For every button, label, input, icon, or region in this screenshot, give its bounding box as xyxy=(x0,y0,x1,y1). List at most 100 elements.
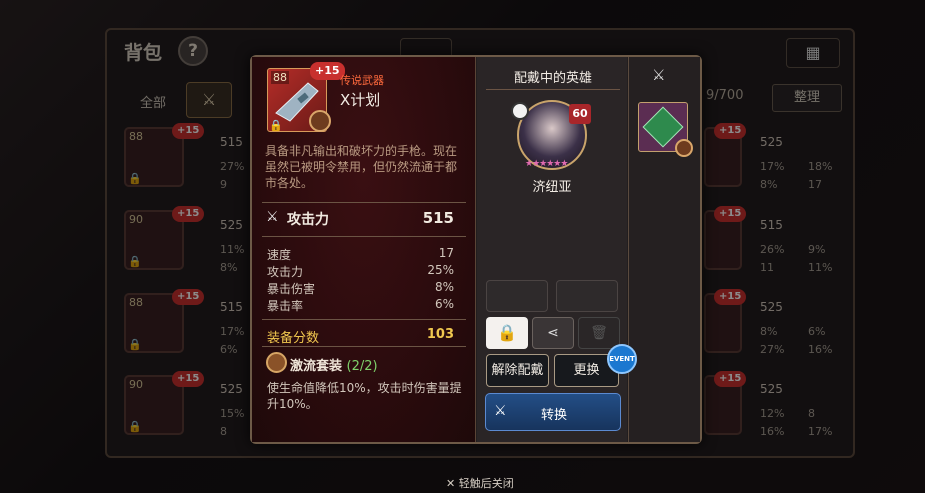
item-sub-stat: 11 xyxy=(760,261,774,274)
tap-to-close-hint[interactable]: ✕ 轻触后关闭 xyxy=(446,475,514,491)
inventory-icon: ▦ xyxy=(805,43,821,62)
item-level: 88 xyxy=(129,130,143,143)
sub-stat-label: 暴击伤害 xyxy=(267,282,316,296)
inventory-item-slot[interactable]: +15 xyxy=(704,289,747,353)
swap-weapon-icon: ⚔ xyxy=(652,66,666,84)
item-level: 90 xyxy=(129,213,143,226)
inventory-item-slot[interactable]: 90 +15 🔒 xyxy=(124,371,205,435)
divider xyxy=(262,346,466,347)
hero-level: 60 xyxy=(569,104,591,124)
inventory-item-slot[interactable]: +15 xyxy=(704,206,747,270)
item-sub-stat: 8% xyxy=(760,325,778,338)
item-sub-stat: 11% xyxy=(220,243,245,256)
item-enhance-badge: +15 xyxy=(714,123,747,139)
hero-stars: ★★★★★★ xyxy=(525,159,568,169)
lock-icon: 🔒 xyxy=(269,119,283,132)
inventory-shortcut-button[interactable] xyxy=(486,280,548,312)
divider xyxy=(262,202,466,203)
item-sub-stat: 18% xyxy=(808,160,833,173)
item-main-stat: 525 xyxy=(220,218,243,232)
item-sub-stat: 9 xyxy=(220,178,227,191)
share-button[interactable]: ⋖ xyxy=(532,317,574,349)
lock-icon: 🔒 xyxy=(128,172,142,185)
item-sub-stat: 8 xyxy=(808,407,815,420)
divider xyxy=(262,319,466,320)
set-effect-description: 使生命值降低10%，攻击时伤害量提升10%。 xyxy=(267,381,462,411)
close-hint-label: 轻触后关闭 xyxy=(458,477,514,490)
item-sub-stat: 6% xyxy=(808,325,826,338)
item-main-stat: 525 xyxy=(760,382,783,396)
lock-icon: 🔒 xyxy=(497,323,517,342)
item-sub-stat: 17 xyxy=(808,178,822,191)
item-enhance-badge: +15 xyxy=(172,371,205,387)
item-main-stat: 515 xyxy=(760,218,783,232)
inventory-item-slot[interactable]: 90 +15 🔒 xyxy=(124,206,205,270)
item-sub-stat: 9% xyxy=(808,243,826,256)
item-main-stat: 525 xyxy=(760,135,783,149)
sub-stat-label: 速度 xyxy=(267,248,292,262)
sub-stat-value: 6% xyxy=(434,297,454,311)
gear-score-value: 103 xyxy=(426,327,454,342)
lock-icon: 🔒 xyxy=(128,338,142,351)
equipped-item-slot[interactable] xyxy=(638,102,693,157)
item-sub-stat: 16% xyxy=(760,425,785,438)
item-sub-stat: 6% xyxy=(220,343,238,356)
item-enhance-badge: +15 xyxy=(714,206,747,222)
divider xyxy=(262,236,466,237)
set-effect-icon xyxy=(266,352,287,373)
hero-name: 济纽亚 xyxy=(532,180,572,195)
sort-button[interactable]: 整理 xyxy=(772,84,842,112)
inventory-item-slot[interactable]: +15 xyxy=(704,123,747,187)
unequip-button[interactable]: 解除配戴 xyxy=(486,354,549,387)
sub-stat-value: 17 xyxy=(438,246,454,260)
inventory-title: 背包 xyxy=(124,42,163,64)
item-sub-stat: 27% xyxy=(760,343,785,356)
item-name: X计划 xyxy=(340,91,381,109)
item-sub-stat: 11% xyxy=(808,261,833,274)
equipped-hero-title: 配戴中的英雄 xyxy=(513,71,592,86)
item-sub-stat: 8% xyxy=(220,261,238,274)
lock-icon: 🔒 xyxy=(128,255,142,268)
help-button[interactable]: ? xyxy=(178,36,208,66)
item-enhance-badge: +15 xyxy=(714,371,747,387)
filter-all-tab[interactable]: 全部 xyxy=(140,92,166,111)
lock-icon: 🔒 xyxy=(128,420,142,433)
sub-stat-label: 暴击率 xyxy=(267,299,304,313)
item-sub-stat: 17% xyxy=(808,425,833,438)
gear-score-label: 装备分数 xyxy=(267,331,320,346)
item-enhance-badge: +15 xyxy=(172,123,205,139)
divider xyxy=(486,89,620,90)
item-enhance-badge: +15 xyxy=(172,289,205,305)
item-sub-stat: 8% xyxy=(760,178,778,191)
topbar-icon-2[interactable]: ▦ xyxy=(786,38,840,68)
sub-stat-value: 25% xyxy=(427,263,454,277)
set-icon xyxy=(675,139,693,157)
item-main-stat: 515 xyxy=(220,135,243,149)
item-main-stat: 515 xyxy=(220,300,243,314)
inventory-item-slot[interactable]: 88 +15 🔒 xyxy=(124,289,205,353)
item-level: 88 xyxy=(129,296,143,309)
convert-button[interactable]: ⚔ 转换 xyxy=(485,393,621,431)
inventory-item-slot[interactable]: 88 +15 🔒 xyxy=(124,123,205,187)
item-main-stat: 525 xyxy=(760,300,783,314)
sub-stat-label: 攻击力 xyxy=(267,265,304,279)
discard-button[interactable]: 🗑 xyxy=(578,317,620,349)
main-stat-value: 515 xyxy=(422,209,454,227)
item-sub-stat: 12% xyxy=(760,407,785,420)
item-sub-stat: 17% xyxy=(760,160,785,173)
trash-icon: 🗑 xyxy=(590,325,608,341)
item-sub-stat: 16% xyxy=(808,343,833,356)
item-sub-stat: 15% xyxy=(220,407,245,420)
inventory-item-slot[interactable]: +15 xyxy=(704,371,747,435)
item-sub-stat: 8 xyxy=(220,425,227,438)
set-count: (2/2) xyxy=(346,359,378,374)
lock-button[interactable]: 🔒 xyxy=(486,317,528,349)
filter-weapon-tab[interactable]: ⚔ xyxy=(186,82,232,118)
storage-shortcut-button[interactable] xyxy=(556,280,618,312)
item-sub-stat: 26% xyxy=(760,243,785,256)
item-description: 具备非凡输出和破坏力的手枪。现在虽然已被明令禁用，但仍然流通于都市各处。 xyxy=(265,144,458,190)
close-icon: ✕ xyxy=(446,477,459,490)
item-sub-stat: 27% xyxy=(220,160,245,173)
share-icon: ⋖ xyxy=(547,325,559,341)
attack-icon: ⚔ xyxy=(266,209,279,225)
